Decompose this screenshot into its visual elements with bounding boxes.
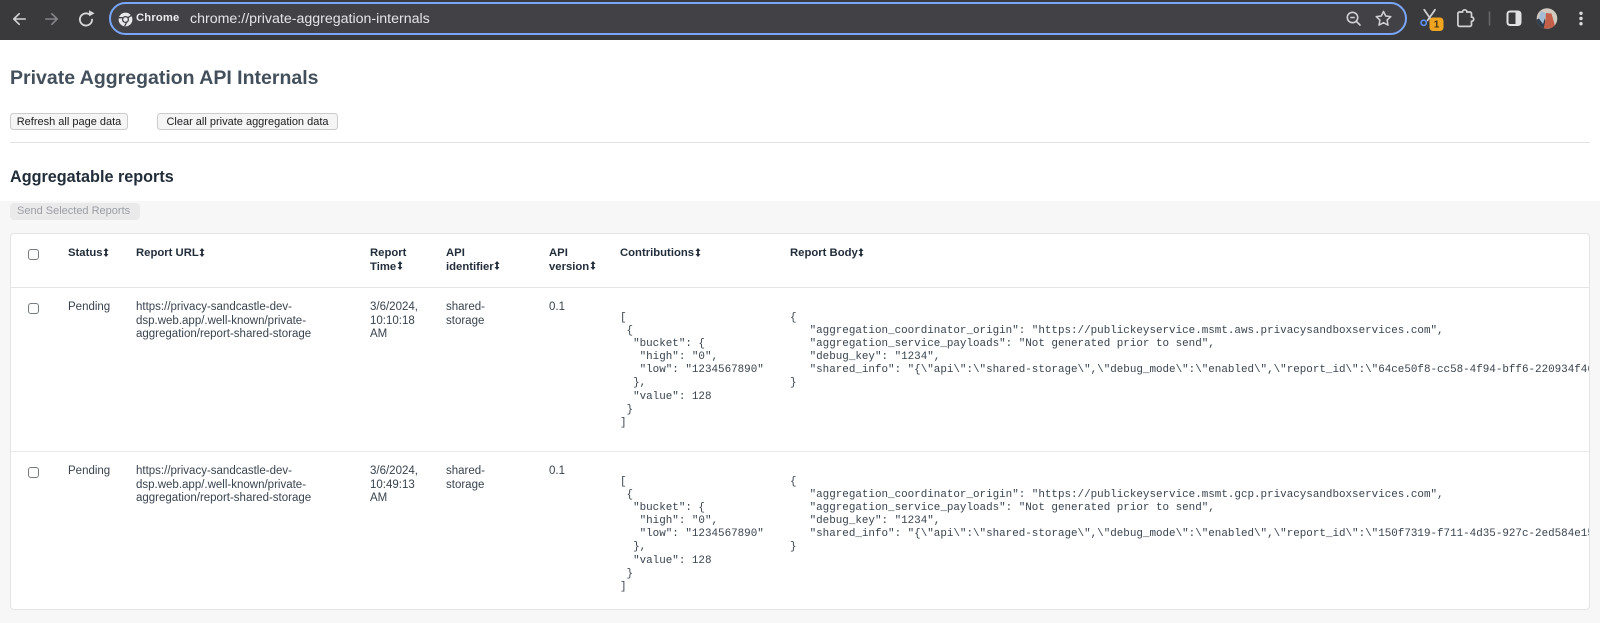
svg-text:1: 1	[1434, 20, 1440, 31]
